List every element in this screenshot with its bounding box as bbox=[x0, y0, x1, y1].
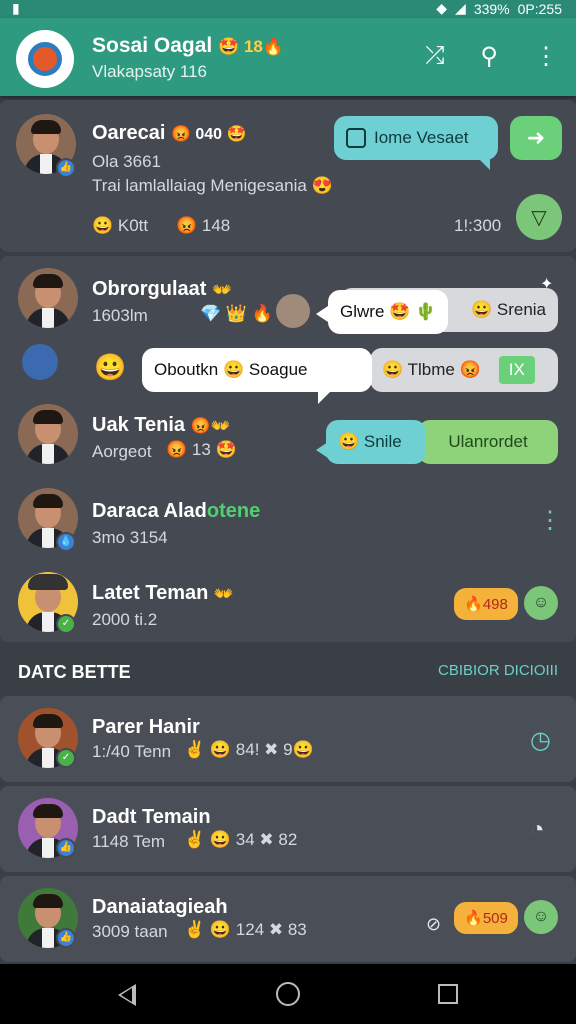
timer-icon[interactable]: ◷ bbox=[530, 726, 551, 755]
smile-button[interactable]: ☺ bbox=[524, 900, 558, 934]
signal-icon: ◢ bbox=[455, 0, 466, 16]
avatar bbox=[18, 404, 78, 464]
tag-badge: 🔥498 bbox=[454, 588, 518, 620]
chat-line: Ola 3661 bbox=[92, 152, 161, 171]
search-icon[interactable]: ⚲ bbox=[480, 42, 498, 71]
app-title: Sosai Oagal 🤩 18🔥 bbox=[92, 34, 285, 57]
chat-name[interactable]: Obrorgulaat 👐 bbox=[92, 278, 232, 301]
app-subtitle: Vlakapsaty 116 bbox=[92, 62, 207, 81]
message-bubble[interactable]: Oboutkn 😀 Soague bbox=[142, 348, 372, 392]
list-item[interactable]: ✓ Parer Hanir 1:/40 Tenn ✌ 😀 84! ✖ 9😀 ◷ bbox=[0, 696, 576, 782]
forward-button[interactable]: ➜ bbox=[510, 116, 562, 160]
section-link[interactable]: CBIBIOR DICIOIII bbox=[438, 662, 558, 679]
reactions: 😀 K0tt bbox=[92, 216, 149, 235]
app-bar: Sosai Oagal 🤩 18🔥 Vlakapsaty 116 ⤮ ⚲ ⋮ bbox=[0, 18, 576, 96]
verified-icon: 👍 bbox=[56, 928, 76, 948]
chat-sub: Aorgeot bbox=[92, 442, 152, 461]
timestamp: 1!:300 bbox=[454, 216, 502, 235]
status-bar: ▮ ◆ ◢ 339% 0P:255 bbox=[0, 0, 576, 18]
back-icon[interactable] bbox=[118, 984, 136, 1006]
mute-icon[interactable]: ⊘ bbox=[426, 914, 441, 935]
avatar bbox=[18, 268, 78, 328]
battery-level: 339% bbox=[473, 0, 510, 17]
bubble-side[interactable]: Ulanrordet bbox=[418, 420, 558, 464]
more-vert-icon[interactable]: ⋮ bbox=[538, 506, 562, 535]
message-icon bbox=[346, 128, 366, 148]
verified-icon: 👍 bbox=[56, 158, 76, 178]
message-bubble[interactable]: Glwre 🤩 🌵 bbox=[328, 290, 448, 334]
mini-avatar bbox=[22, 344, 58, 380]
list-item[interactable]: 👍 Dadt Temain 1148 Tem ✌ 😀 34 ✖ 82 ◔ bbox=[0, 786, 576, 872]
status-icon: ✓ bbox=[56, 748, 76, 768]
verified-icon: 👍 bbox=[56, 838, 76, 858]
section-title: DATC BETTE bbox=[18, 662, 131, 682]
chat-emoji: 💎 👑 🔥 bbox=[200, 304, 273, 323]
bubble-side[interactable]: 😀 Tlbme 😡 IX bbox=[370, 348, 558, 392]
more-vert-icon[interactable]: ⋮ bbox=[534, 42, 558, 71]
verified-icon: 💧 bbox=[56, 532, 76, 552]
clock: 0P:255 bbox=[517, 0, 562, 17]
chat-name[interactable]: Uak Tenia 😡👐 bbox=[92, 414, 230, 437]
chat-sub: 1603lm bbox=[92, 306, 148, 325]
smile-button[interactable]: ☺ bbox=[524, 586, 558, 620]
message-bubble[interactable]: 😀 Snile bbox=[326, 420, 426, 464]
reply-bubble[interactable]: Iome Vesaet bbox=[334, 116, 498, 160]
contact-stats: ✌ 😀 84! ✖ 9😀 bbox=[184, 740, 314, 759]
status-icon: ✓ bbox=[56, 614, 76, 634]
contact-sub: 1:/40 Tenn bbox=[92, 742, 172, 761]
chat-sub: 3mo 3154 bbox=[92, 528, 168, 547]
clock-icon[interactable]: ◔ bbox=[530, 816, 545, 844]
smile-emoji: 😀 bbox=[94, 352, 127, 382]
sparkle-icon: ✦ bbox=[540, 276, 554, 293]
recents-icon[interactable] bbox=[438, 984, 458, 1004]
contact-sub: 3009 taan bbox=[92, 922, 168, 941]
chat-sub: 2000 ti.2 bbox=[92, 610, 158, 629]
pinned-chat-panel[interactable]: 👍 Oarecai 😡 040 🤩 Ola 3661 Trai lamlalla… bbox=[0, 100, 576, 252]
chat-name[interactable]: Daraca Aladotene bbox=[92, 500, 260, 523]
tag-badge: 🔥509 bbox=[454, 902, 518, 934]
chat-emoji: 😡 13 🤩 bbox=[166, 440, 237, 459]
wifi-icon: ◆ bbox=[436, 0, 448, 16]
app-logo[interactable] bbox=[16, 30, 74, 88]
contact-name: Danaiatagieah bbox=[92, 896, 228, 918]
chat-preview: Trai lamlallaiag Menigesania 😍 bbox=[92, 176, 333, 195]
home-icon[interactable] bbox=[276, 982, 300, 1006]
reactions-count: 😡 148 bbox=[176, 216, 231, 235]
bookmark-icon: ▮ bbox=[12, 0, 20, 16]
share-icon[interactable]: ⤮ bbox=[425, 42, 444, 71]
chat-list-panel: Obrorgulaat 👐 1603lm 💎 👑 🔥 😀 Srenia Glwr… bbox=[0, 256, 576, 642]
contact-name: Dadt Temain bbox=[92, 806, 211, 828]
list-item[interactable]: 👍 Danaiatagieah 3009 taan ✌ 😀 124 ✖ 83 ⊘… bbox=[0, 876, 576, 962]
mini-avatar bbox=[276, 294, 310, 328]
contact-sub: 1148 Tem bbox=[92, 832, 166, 851]
chat-name: Oarecai 😡 040 🤩 bbox=[92, 122, 247, 144]
expand-button[interactable]: ▽ bbox=[516, 194, 562, 240]
contact-name: Parer Hanir bbox=[92, 716, 200, 738]
chat-name[interactable]: Latet Teman 👐 bbox=[92, 582, 234, 605]
contact-stats: ✌ 😀 124 ✖ 83 bbox=[184, 920, 307, 939]
contact-stats: ✌ 😀 34 ✖ 82 bbox=[184, 830, 298, 849]
system-nav-bar bbox=[0, 964, 576, 1024]
